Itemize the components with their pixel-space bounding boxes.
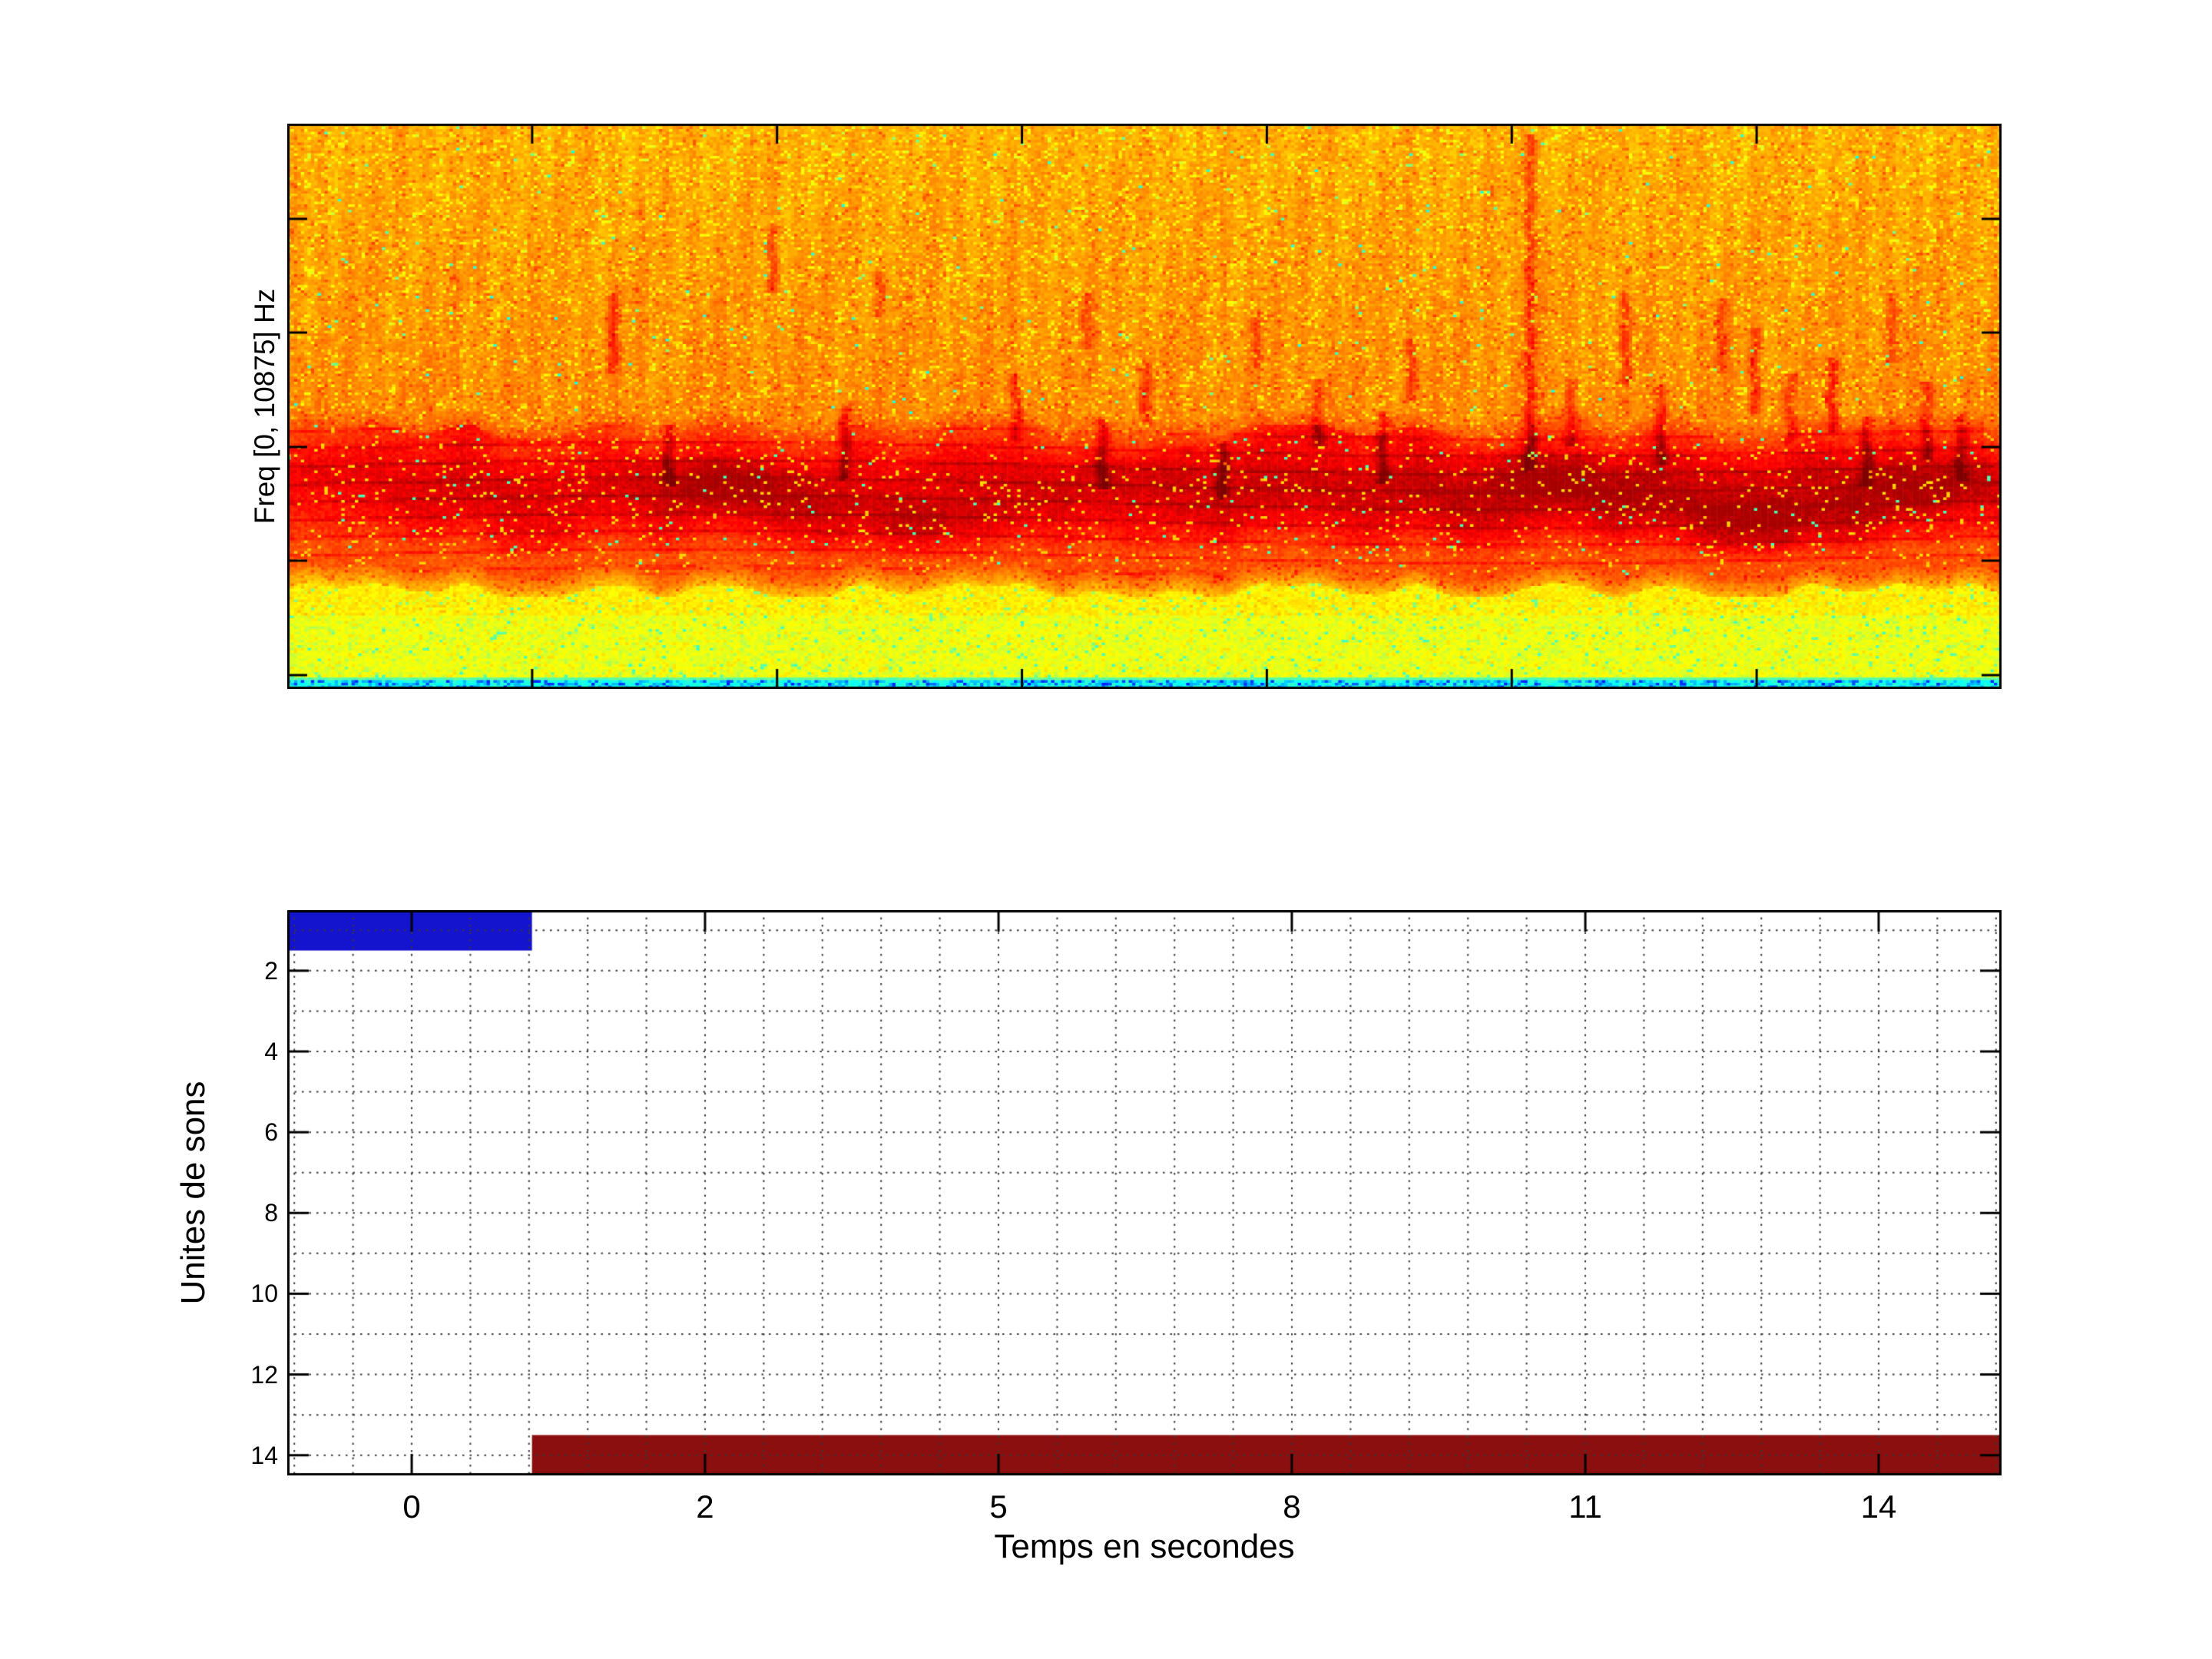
x-tick-label: 5 xyxy=(989,1491,1007,1523)
x-tick-label: 11 xyxy=(1568,1491,1602,1523)
x-tick-label: 14 xyxy=(1861,1491,1897,1523)
y-tick-label: 6 xyxy=(155,1119,278,1145)
y-tick-label: 12 xyxy=(155,1362,278,1388)
y-tick-label: 14 xyxy=(155,1442,278,1469)
y-tick-label: 4 xyxy=(155,1038,278,1065)
matlab-figure: Freq [0, 10875] Hz Unites de sons Temps … xyxy=(0,0,2212,1659)
activity-plot xyxy=(287,910,2002,1475)
activity-ylabel: Unites de sons xyxy=(174,1081,213,1304)
spectrogram-heatmap xyxy=(287,124,2002,689)
x-tick-label: 8 xyxy=(1283,1491,1300,1523)
x-tick-label: 2 xyxy=(696,1491,714,1523)
x-tick-label: 0 xyxy=(402,1491,420,1523)
spectrogram-ylabel: Freq [0, 10875] Hz xyxy=(249,289,281,524)
y-tick-label: 2 xyxy=(155,958,278,984)
y-tick-label: 10 xyxy=(155,1280,278,1306)
activity-xlabel: Temps en secondes xyxy=(994,1528,1294,1566)
y-tick-label: 8 xyxy=(155,1200,278,1226)
